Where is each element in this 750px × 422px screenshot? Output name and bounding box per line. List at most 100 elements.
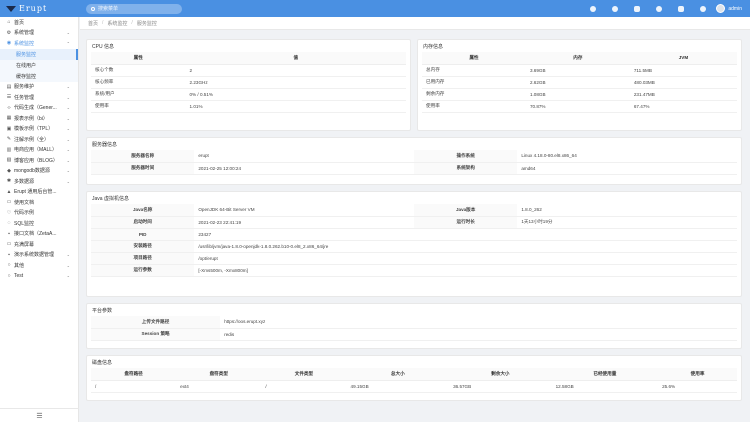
lock-icon[interactable] bbox=[670, 0, 692, 17]
search-placeholder: 搜索菜单 bbox=[98, 6, 119, 12]
jvm-value-cell: [-Xms500m, -Xmx800m] bbox=[194, 264, 737, 277]
sidebar-item[interactable]: ▭ 使用文档 bbox=[0, 197, 78, 208]
sidebar-item-label: 博客应用（BLOG） bbox=[14, 157, 58, 164]
table-row: 剩余内存 1.08GB 231.47MB bbox=[422, 88, 737, 101]
sidebar-item-label: 充满屏幕 bbox=[14, 241, 35, 248]
jvm-label-cell: 安装路径 bbox=[91, 240, 195, 253]
sidebar-item[interactable]: ▧ 博客应用（BLOG） ⌄ bbox=[0, 155, 78, 166]
gitee-icon[interactable] bbox=[626, 0, 648, 17]
user-name: admin bbox=[728, 5, 742, 12]
memory-attr-cell: 剩余内存 bbox=[422, 88, 526, 101]
sidebar-item[interactable]: ▤ 服务维护 ⌄ bbox=[0, 82, 78, 93]
collapse-sidebar-button[interactable]: ☰ bbox=[0, 408, 79, 422]
server-value-cell: 2021-02-25 12:00:24 bbox=[194, 162, 414, 175]
brand-logo[interactable]: Erupt bbox=[0, 0, 80, 17]
doc-icon: ▭ bbox=[6, 199, 12, 206]
api-icon: ▪ bbox=[8, 230, 10, 237]
cpu-header-attr: 属性 bbox=[91, 52, 186, 65]
disk-header-cell: 已经使用量 bbox=[551, 368, 659, 381]
table-row: Java名称 OpenJDK 64-Bit Server VM Java版本 1… bbox=[91, 204, 737, 217]
monitor-icon: ◉ bbox=[6, 40, 12, 47]
github-icon[interactable] bbox=[604, 0, 626, 17]
sidebar-item[interactable]: ✱ 多数据源 ⌄ bbox=[0, 176, 78, 187]
sidebar-item-label: 报表示例（bi） bbox=[14, 115, 48, 122]
server-label-cell: 操作系统 bbox=[413, 150, 518, 163]
sidebar-item[interactable]: ▭ 充满屏幕 bbox=[0, 239, 78, 250]
sidebar-item[interactable]: ◆ mongodb数据源 ⌄ bbox=[0, 166, 78, 177]
sidebar-subitem[interactable]: 在线用户 bbox=[0, 59, 78, 71]
cpu-attr-cell: 核心频率 bbox=[91, 76, 186, 89]
heart-icon: ♡ bbox=[6, 209, 12, 216]
sidebar-item[interactable]: ⌂ 首页 bbox=[0, 17, 78, 28]
chevron-icon: ⌄ bbox=[66, 126, 70, 132]
qq-icon[interactable] bbox=[582, 0, 604, 17]
erupt-logo-icon bbox=[6, 5, 16, 12]
table-row: 运行参数 [-Xms500m, -Xmx800m] bbox=[91, 264, 737, 277]
disk-header-cell: 总大小 bbox=[346, 368, 450, 381]
table-row: Session 策略 redis bbox=[91, 328, 737, 341]
jvm-uptime-label: 运行时长 bbox=[413, 216, 518, 229]
cpu-attr-cell: 核心个数 bbox=[91, 64, 186, 77]
table-row: 服务器名称 erupt 操作系统 Linux 4.18.0-80.el8.x86_64 bbox=[91, 150, 737, 163]
disk-cell: 49.15GB bbox=[346, 380, 450, 393]
jvm-name-label: Java名称 bbox=[91, 204, 195, 217]
jvm-label-cell: PID bbox=[91, 228, 195, 241]
sidebar-item-label: 注解示例（全） bbox=[14, 136, 50, 143]
shop-icon: ▥ bbox=[6, 146, 12, 153]
disk-cell: 25.6% bbox=[658, 380, 737, 393]
disk-info-card: 磁盘信息 盘符路径 盘符类型 文件类型 总大小 剩余大小 已经使用量 使用率 / ext4/4… bbox=[86, 355, 742, 401]
memory-mem-cell: 3.69GB bbox=[525, 64, 630, 77]
cpu-value-cell: 1.01% bbox=[185, 100, 406, 113]
breadcrumb-current: 服务监控 bbox=[136, 20, 157, 27]
sidebar-item[interactable]: ▥ 电商应用（MALL） ⌄ bbox=[0, 145, 78, 156]
erupt-icon: ▲ bbox=[6, 188, 12, 195]
cpu-value-cell: 2 bbox=[185, 64, 406, 77]
sidebar-item[interactable]: ▣ 模板示例（TPL） ⌄ bbox=[0, 124, 78, 135]
sidebar-item-label: 多数据源 bbox=[14, 178, 35, 185]
fullscreen-toggle-icon[interactable] bbox=[648, 0, 670, 17]
sidebar-item[interactable]: ☰ 任务管理 ⌄ bbox=[0, 92, 78, 103]
platform-value-cell: redis bbox=[220, 328, 737, 341]
mongodb-icon: ◆ bbox=[7, 167, 11, 174]
sidebar-item[interactable]: ⚙ 系统管理 ⌄ bbox=[0, 28, 78, 39]
sidebar-item[interactable]: ▪ 接口文档（ZetaA... bbox=[0, 229, 78, 240]
user-menu[interactable]: admin bbox=[716, 4, 742, 13]
sidebar-item[interactable]: ▲ Erupt 通用后台管... bbox=[0, 187, 78, 198]
jvm-info-card: Java 虚拟机信息 Java名称 OpenJDK 64-Bit Server … bbox=[86, 191, 742, 297]
platform-value-cell: https://oos.erupt.xyz bbox=[220, 316, 737, 329]
menu-search-input[interactable]: 搜索菜单 bbox=[86, 3, 182, 14]
memory-header-attr: 属性 bbox=[422, 52, 526, 65]
table-row: 使用率 1.01% bbox=[91, 100, 406, 113]
annotation-icon: ✎ bbox=[6, 136, 12, 143]
breadcrumb-home[interactable]: 首页 bbox=[88, 20, 98, 27]
sidebar-item[interactable]: ♡ 代码示例 bbox=[0, 208, 78, 219]
memory-info-card: 内存信息 属性 内存 JVM 总内存 3.69GB 711.5MB 已用内存 2.62G… bbox=[417, 39, 742, 131]
code-icon: ‹› bbox=[7, 104, 11, 111]
gear-icon: ⚙ bbox=[6, 29, 12, 36]
sidebar-subitem[interactable]: 缓存监控 bbox=[0, 70, 78, 82]
sidebar-item[interactable]: ✎ 注解示例（全） ⌄ bbox=[0, 134, 78, 145]
sidebar-item[interactable]: ○ Test ⌄ bbox=[0, 271, 78, 282]
sidebar-item[interactable]: ▦ 报表示例（bi） ⌄ bbox=[0, 113, 78, 124]
disk-cell: / bbox=[261, 380, 347, 393]
brand-name: Erupt bbox=[19, 4, 48, 13]
chevron-icon: ⌄ bbox=[66, 262, 70, 268]
table-row: 上传文件路径 https://oos.erupt.xyz bbox=[91, 316, 737, 329]
memory-attr-cell: 已用内存 bbox=[422, 76, 526, 89]
memory-jvm-cell: 67.47% bbox=[629, 100, 737, 113]
demo-icon: ▪ bbox=[8, 251, 10, 258]
settings-icon[interactable] bbox=[692, 0, 714, 17]
chevron-icon: ⌄ bbox=[66, 136, 70, 142]
sidebar-item[interactable]: ‹› 代码生成（Gener... ⌄ bbox=[0, 103, 78, 114]
breadcrumb-monitor[interactable]: 系统监控 bbox=[107, 20, 127, 27]
sidebar-item[interactable]: ◉ 系统监控 ⌃ bbox=[0, 38, 78, 49]
jvm-label-cell: 运行参数 bbox=[91, 264, 195, 277]
sidebar-item-label: 其他 bbox=[14, 262, 25, 269]
sidebar-item[interactable]: ○ 其他 ⌄ bbox=[0, 260, 78, 271]
sidebar-item[interactable]: ◌ SQL监控 bbox=[0, 218, 78, 229]
sidebar-item-label: 系统管理 bbox=[14, 30, 35, 37]
memory-card-title: 内存信息 bbox=[423, 43, 444, 50]
table-row: 项目路径/opt/erupt bbox=[91, 252, 737, 265]
sidebar-subitem[interactable]: 服务监控 bbox=[0, 48, 78, 60]
sidebar-item[interactable]: ▪ 演示系统数据管理 ⌄ bbox=[0, 250, 78, 261]
